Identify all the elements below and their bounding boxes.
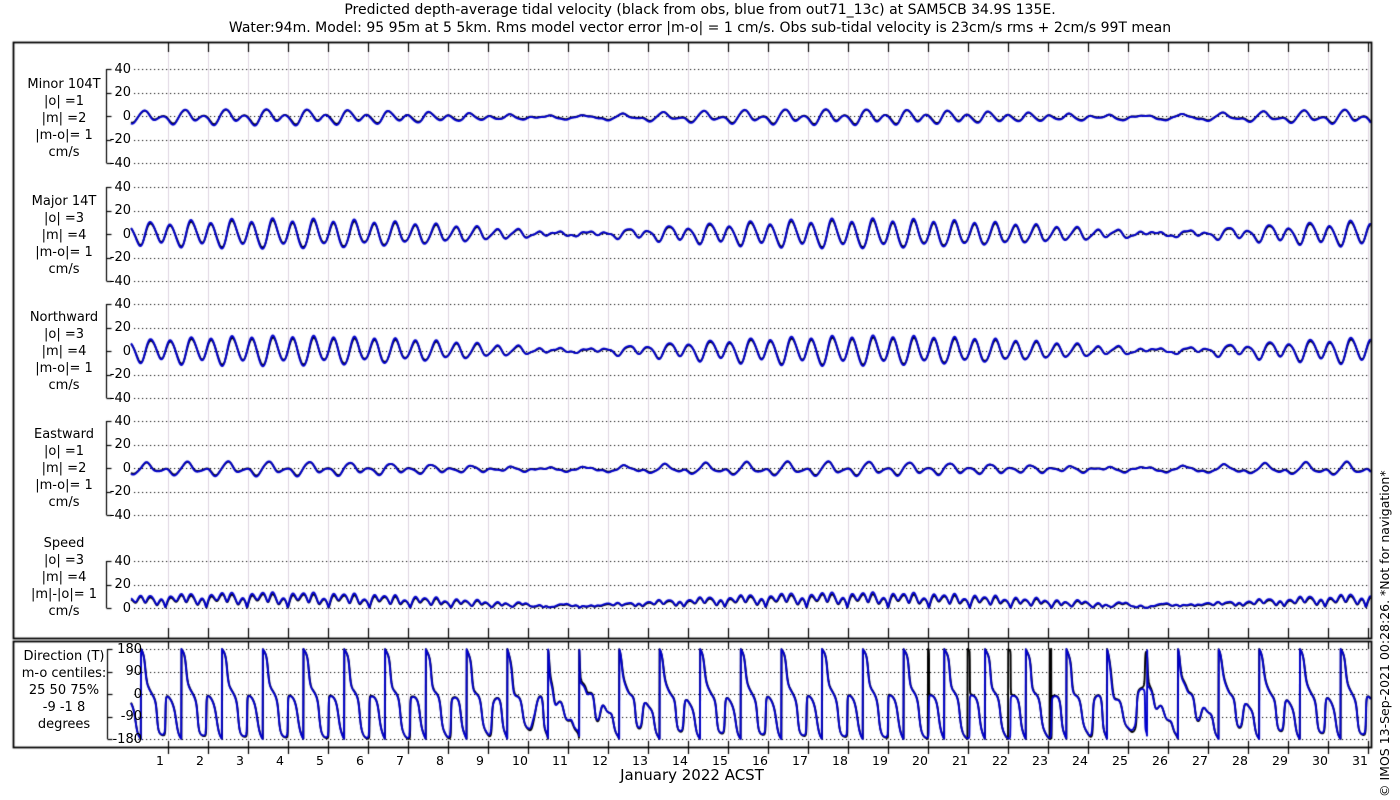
y-tick-label: 90 <box>125 664 142 679</box>
x-tick-label-day: 20 <box>912 753 928 768</box>
y-tick-label: -40 <box>109 155 131 171</box>
x-tick-label-day: 22 <box>992 753 1008 768</box>
x-tick-label-day: 2 <box>196 753 204 768</box>
y-tick-label: 20 <box>114 320 131 335</box>
x-tick-label-day: 4 <box>276 753 284 768</box>
x-tick-label-day: 7 <box>396 753 404 768</box>
y-tick-label: -20 <box>109 484 131 499</box>
y-tick-label: 20 <box>114 577 131 592</box>
y-tick-label: 40 <box>114 179 131 195</box>
y-tick-label: -180 <box>112 731 142 747</box>
tidal-velocity-figure: Predicted depth-average tidal velocity (… <box>0 0 1400 800</box>
y-tick-label: 0 <box>133 686 142 702</box>
y-tick-label: -20 <box>109 250 131 265</box>
y-tick-label: 0 <box>122 460 131 476</box>
x-tick-label-day: 5 <box>316 753 324 768</box>
plot-canvas <box>0 0 1400 800</box>
copyright-watermark: © IMOS 13-Sep-2021 00:28:26. *Not for na… <box>1377 470 1392 797</box>
x-tick-label-day: 27 <box>1192 753 1208 768</box>
x-tick-label-day: 21 <box>952 753 968 768</box>
x-tick-label-day: 8 <box>436 753 444 768</box>
x-tick-label-day: 31 <box>1352 753 1368 768</box>
x-tick-label-day: 25 <box>1112 753 1128 768</box>
y-tick-label: -20 <box>109 367 131 382</box>
y-tick-label: 180 <box>117 641 142 657</box>
y-tick-label: -20 <box>109 132 131 147</box>
x-tick-label-day: 3 <box>236 753 244 768</box>
x-tick-label-day: 24 <box>1072 753 1088 768</box>
y-tick-label: 40 <box>114 413 131 429</box>
panel-label-line: Speed <box>43 536 85 551</box>
y-tick-label: 0 <box>122 343 131 359</box>
x-tick-label-day: 26 <box>1152 753 1168 768</box>
y-tick-label: 40 <box>114 553 131 569</box>
y-tick-label: 40 <box>114 61 131 77</box>
y-tick-label: 20 <box>114 203 131 218</box>
x-tick-label-day: 23 <box>1032 753 1048 768</box>
x-tick-label-day: 9 <box>476 753 484 768</box>
y-tick-label: 20 <box>114 85 131 100</box>
y-tick-label: 0 <box>122 600 131 616</box>
y-tick-label: -40 <box>109 390 131 406</box>
x-tick-label-day: 6 <box>356 753 364 768</box>
y-tick-label: -40 <box>109 273 131 289</box>
y-tick-label: 0 <box>122 108 131 124</box>
y-tick-label: 40 <box>114 296 131 312</box>
x-tick-label-day: 29 <box>1272 753 1288 768</box>
y-tick-label: 20 <box>114 437 131 452</box>
x-tick-label-day: 28 <box>1232 753 1248 768</box>
y-tick-label: 0 <box>122 226 131 242</box>
x-tick-label-day: 30 <box>1312 753 1328 768</box>
y-tick-label: -90 <box>120 709 142 724</box>
y-tick-label: -40 <box>109 507 131 523</box>
x-tick-label-day: 1 <box>156 753 164 768</box>
x-axis-label: January 2022 ACST <box>620 766 764 784</box>
